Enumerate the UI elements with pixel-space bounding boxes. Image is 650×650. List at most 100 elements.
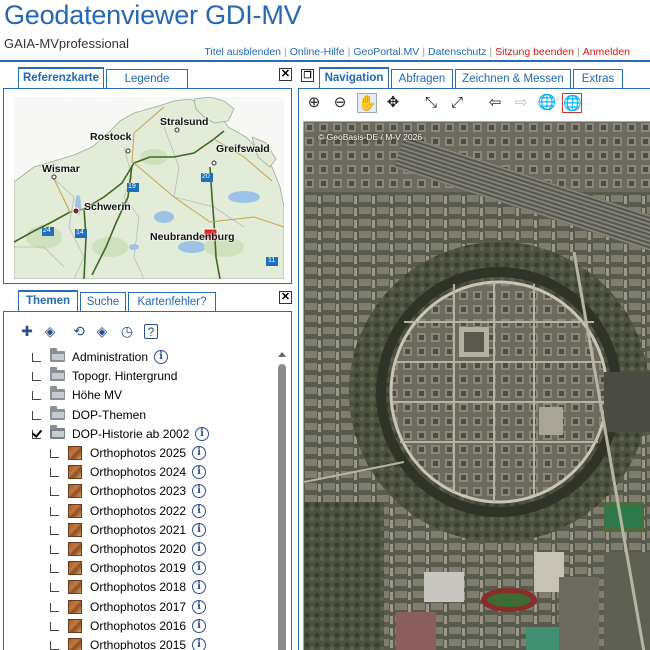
info-icon[interactable]: i [192, 638, 206, 650]
layer-checkbox[interactable] [50, 583, 59, 593]
link-separator: | [489, 46, 493, 58]
layer-label: Administration [72, 350, 149, 364]
layer-checkbox[interactable] [50, 468, 59, 478]
scroll-up-arrow-icon[interactable] [278, 352, 286, 357]
orthophoto-icon [68, 599, 82, 614]
info-icon[interactable]: i [192, 618, 206, 633]
tab-extras[interactable]: Extras [573, 69, 623, 89]
city-label-stralsund: Stralsund [160, 116, 209, 128]
road-shield-label: 24 [43, 227, 51, 234]
header-link[interactable]: Titel ausblenden [204, 46, 281, 58]
info-icon[interactable]: i [192, 580, 206, 595]
layer-tree-item[interactable]: Orthophotos 2024 i [4, 463, 274, 482]
layer-checkbox[interactable] [50, 621, 59, 631]
header-link[interactable]: GeoPortal.MV [353, 46, 419, 58]
layer-tree-item[interactable]: Orthophotos 2016 i [4, 617, 274, 636]
layer-checkbox[interactable] [32, 353, 41, 362]
layer-tree-item[interactable]: Orthophotos 2021 i [4, 521, 274, 540]
layer-checkbox[interactable] [50, 641, 59, 650]
info-icon[interactable]: i [192, 446, 206, 460]
zoom-out-icon[interactable]: ⊖ [330, 93, 350, 113]
info-icon[interactable]: i [192, 542, 206, 556]
header-link[interactable]: Sitzung beenden [495, 46, 574, 58]
layer-tree-item[interactable]: DOP-Themen [4, 405, 274, 425]
layer-checkbox[interactable] [50, 602, 59, 612]
layer-checkbox[interactable] [50, 487, 59, 497]
layer-checkbox[interactable] [50, 449, 59, 458]
close-reference-panel-button[interactable]: ✕ [279, 68, 292, 81]
tab-zeichnen-messen[interactable]: Zeichnen & Messen [455, 69, 571, 89]
help-icon[interactable]: ? [144, 324, 158, 339]
layer-tree-item[interactable]: Orthophotos 2020 i [4, 540, 274, 559]
layer-tree-item[interactable]: Orthophotos 2023 i [4, 482, 274, 501]
orthophoto-icon [68, 465, 82, 480]
layer-checkbox[interactable] [50, 525, 59, 535]
reference-map[interactable]: Stralsund Rostock Greifswald Wismar Schw… [14, 97, 284, 279]
pan-hand-icon[interactable]: ✋ [357, 93, 377, 113]
layer-checkbox[interactable] [50, 506, 59, 516]
info-icon[interactable]: i [195, 426, 209, 441]
layer-tree-item[interactable]: Orthophotos 2025 i [4, 444, 274, 463]
layer-tree-item[interactable]: Orthophotos 2017 i [4, 598, 274, 617]
road-shield-label: 14 [76, 229, 84, 236]
layer-checkbox[interactable] [32, 391, 41, 401]
info-icon[interactable]: i [192, 465, 206, 480]
layer-checkbox[interactable] [50, 564, 59, 574]
header-link[interactable]: Datenschutz [428, 46, 486, 58]
info-icon[interactable]: i [192, 599, 206, 614]
reference-map-panel: Stralsund Rostock Greifswald Wismar Schw… [3, 88, 292, 284]
map-tabbar: Navigation Abfragen Zeichnen & Messen Ex… [319, 67, 650, 89]
info-icon[interactable]: i [192, 561, 206, 576]
layer-tree-item[interactable]: Orthophotos 2015 i [4, 636, 274, 650]
close-themes-panel-button[interactable]: ✕ [279, 291, 292, 304]
road-shield-label: 19 [128, 183, 136, 190]
layer-tree-item[interactable]: Orthophotos 2019 i [4, 559, 274, 578]
layer-tree-item[interactable]: Topogr. Hintergrund [4, 367, 274, 386]
header-link[interactable]: Anmelden [583, 46, 630, 58]
info-icon[interactable]: i [192, 522, 206, 537]
tab-abfragen[interactable]: Abfragen [391, 69, 453, 89]
layer-tree-item[interactable]: Orthophotos 2022 i [4, 502, 274, 521]
aerial-orthophoto [304, 122, 650, 650]
globe-select-icon[interactable]: 🌐 [562, 93, 582, 113]
tab-navigation[interactable]: Navigation [319, 67, 389, 89]
zoom-to-extent-out-icon[interactable]: ⤢ [447, 93, 467, 113]
back-arrow-icon[interactable]: ⇦ [485, 93, 505, 113]
info-icon[interactable]: i [154, 350, 168, 364]
header-link[interactable]: Online-Hilfe [290, 46, 345, 58]
layer-tree-item[interactable]: Orthophotos 2018 i [4, 578, 274, 597]
layer-label: Orthophotos 2017 [90, 599, 187, 614]
info-icon[interactable]: i [192, 503, 206, 518]
layer-tree-item[interactable]: Administration i [4, 348, 274, 367]
undock-panel-button[interactable]: ❐ [301, 69, 314, 82]
info-icon[interactable]: i [192, 484, 206, 499]
tab-referenzkarte[interactable]: Referenzkarte [18, 67, 104, 89]
map-view[interactable]: © GeoBasis-DE / M-V 2026 [303, 121, 650, 650]
layer-tree-item[interactable]: Höhe MV [4, 386, 274, 405]
app-title: Geodatenviewer GDI-MV [4, 0, 302, 30]
window-restore-icon: ❐ [303, 70, 312, 80]
tab-legende[interactable]: Legende [106, 69, 188, 89]
tab-suche[interactable]: Suche [80, 292, 126, 312]
layers-icon[interactable]: ◈ [41, 322, 59, 340]
layer-checkbox[interactable] [32, 429, 41, 439]
layer-checkbox[interactable] [50, 545, 59, 554]
zoom-to-extent-in-icon[interactable]: ⤡ [421, 93, 441, 113]
city-label-schwerin: Schwerin [84, 201, 131, 213]
move-icon[interactable]: ✥ [383, 93, 403, 113]
layers-stack-icon[interactable]: ◈ [93, 322, 111, 340]
clock-icon[interactable]: ◷ [118, 322, 136, 340]
road-shield-label: 11 [268, 257, 276, 264]
zoom-in-icon[interactable]: ⊕ [304, 93, 324, 113]
layer-checkbox[interactable] [32, 410, 41, 420]
tab-themen[interactable]: Themen [18, 290, 78, 312]
layer-label: Orthophotos 2020 [90, 542, 187, 556]
layer-checkbox[interactable] [32, 372, 41, 382]
layer-tree-scrollbar[interactable] [276, 348, 288, 650]
globe-icon[interactable]: 🌐 [537, 93, 557, 113]
add-layer-icon[interactable]: ✚ [18, 322, 36, 340]
tab-kartenfehler[interactable]: Kartenfehler? [128, 292, 216, 312]
refresh-icon[interactable]: ⟲ [70, 322, 88, 340]
scroll-thumb[interactable] [278, 364, 286, 650]
layer-tree-item[interactable]: DOP-Historie ab 2002 i [4, 424, 274, 444]
